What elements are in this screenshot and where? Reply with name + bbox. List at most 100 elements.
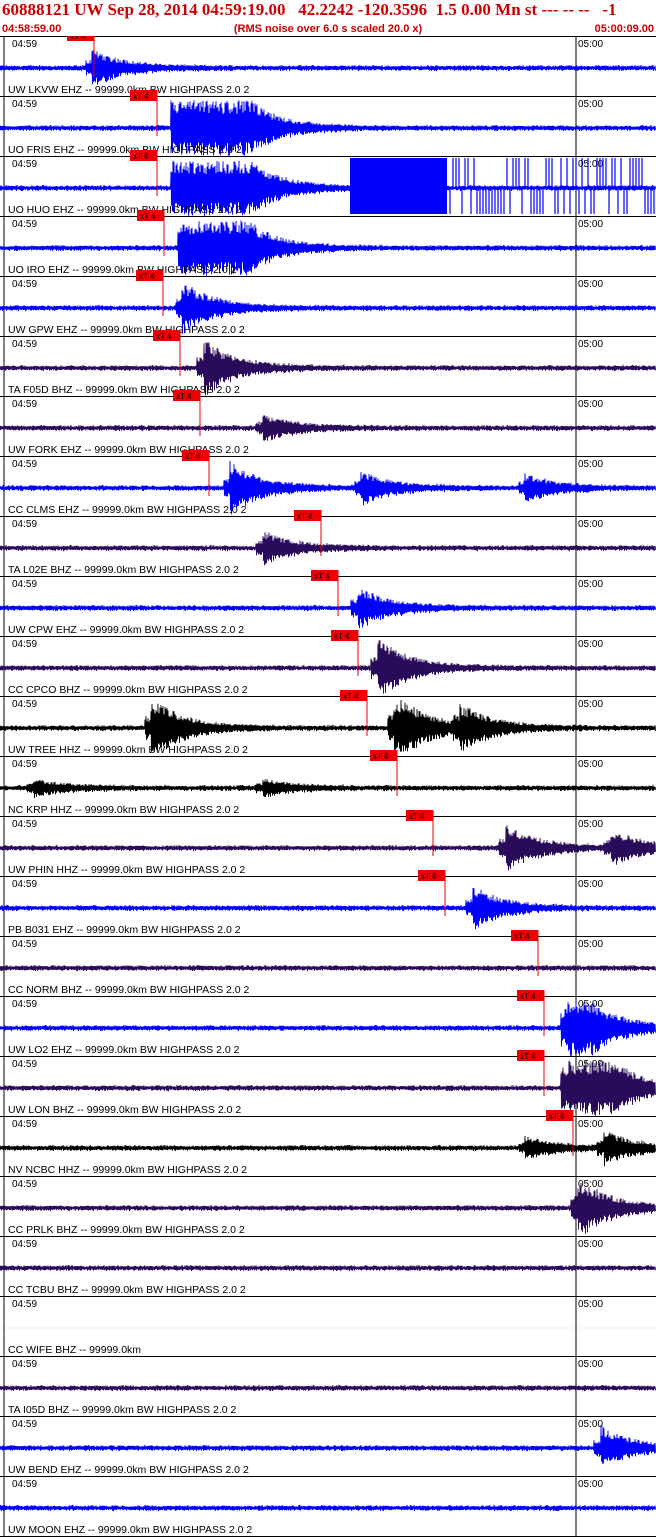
station-label: TA F05D BHZ -- 99999.0km BW HIGHPASS 2.0…: [8, 384, 240, 396]
tick-label: 05:00: [578, 819, 603, 830]
trace-panel-14: 04:59 05:00 PB B031 EHZ -- 99999.0km BW HI…: [0, 870, 656, 936]
tick-label: 05:00: [578, 939, 603, 950]
trace-panel-19: 04:59 05:00 CC PRLK BHZ -- 99999.0km BW HI…: [0, 1176, 656, 1236]
tick-label: 04:59: [12, 879, 37, 890]
pick-label: xT 4: [343, 692, 359, 701]
station-label: UW TREE HHZ -- 99999.0km BW HIGHPASS 2.0…: [8, 744, 248, 756]
trace-panel-11: 04:59 05:00 UW TREE HHZ -- 99999.0km BW HI…: [0, 690, 656, 756]
pick-label: xT 4: [373, 752, 389, 761]
pick-label: xT 4: [133, 152, 149, 161]
tick-label: 05:00: [578, 1119, 603, 1130]
pick-label: xT 4: [139, 272, 155, 281]
end-time: 05:00:09.00: [594, 23, 654, 35]
trace-panel-21: 04:59 05:00 CC WIFE BHZ -- 99999.0km: [0, 1296, 656, 1356]
tick-label: 05:00: [578, 1359, 603, 1370]
tick-label: 04:59: [12, 759, 37, 770]
tick-label: 05:00: [578, 459, 603, 470]
waveform: [0, 1264, 656, 1272]
tick-label: 04:59: [12, 1059, 37, 1070]
trace-panel-10: 04:59 05:00 CC CPCO BHZ -- 99999.0km BW HI…: [0, 630, 656, 696]
trace-panel-7: 04:59 05:00 CC CLMS EHZ -- 99999.0km BW HI…: [0, 450, 656, 516]
waveform: [0, 1384, 656, 1392]
pick-label: xT 4: [520, 992, 536, 1001]
tick-label: 04:59: [12, 459, 37, 470]
trace-panel-17: 04:59 05:00UW LON BHZ -- 99999.0km BW HIG…: [0, 1050, 656, 1116]
tick-label: 04:59: [12, 159, 37, 170]
trace-panel-12: 04:59 05:00 NC KRP HHZ -- 99999.0km BW HIG…: [0, 750, 656, 816]
station-label: UW LKVW EHZ -- 99999.0km BW HIGHPASS 2.0…: [8, 84, 250, 96]
station-label: TA I05D BHZ -- 99999.0km BW HIGHPASS 2.0…: [8, 1404, 237, 1416]
waveform: [0, 532, 656, 566]
station-label: UW LO2 EHZ -- 99999.0km BW HIGHPASS 2.0 …: [8, 1044, 240, 1056]
station-label: UW PHIN HHZ -- 99999.0km BW HIGHPASS 2.0…: [8, 864, 245, 876]
waveform: [0, 589, 656, 629]
pick-label: xT 4: [409, 812, 425, 821]
pick-label: xT 4: [185, 452, 201, 461]
tick-label: 04:59: [12, 999, 37, 1010]
station-label: NC KRP HHZ -- 99999.0km BW HIGHPASS 2.0 …: [8, 804, 239, 816]
station-label: UO HUO EHZ -- 99999.0km BW HIGHPASS 2.0 …: [8, 204, 241, 216]
tick-label: 05:00: [578, 639, 603, 650]
trace-panel-3: 04:59 05:00 UO IRO EHZ -- 99999.0km BW HIG…: [0, 210, 656, 276]
station-label: UW FORK EHZ -- 99999.0km BW HIGHPASS 2.0…: [8, 444, 249, 456]
tick-label: 04:59: [12, 1119, 37, 1130]
trace-panel-8: 04:59 05:00 TA L02E BHZ -- 99999.0km BW HI…: [0, 510, 656, 576]
waveform: [0, 887, 656, 930]
tick-label: 05:00: [578, 699, 603, 710]
trace-panel-13: 04:59 05:00 UW PHIN HHZ -- 99999.0km BW HI…: [0, 810, 656, 876]
station-label: UW CPW EHZ -- 99999.0km BW HIGHPASS 2.0 …: [8, 624, 244, 636]
station-label: CC CLMS EHZ -- 99999.0km BW HIGHPASS 2.0…: [8, 504, 247, 516]
station-label: CC CPCO BHZ -- 99999.0km BW HIGHPASS 2.0…: [8, 684, 248, 696]
tick-label: 05:00: [578, 879, 603, 890]
pick-label: xT 4: [314, 572, 330, 581]
tick-label: 04:59: [12, 519, 37, 530]
pick-label: xT 4: [520, 1052, 536, 1061]
waveform: [0, 415, 656, 441]
tick-label: 05:00: [578, 1239, 603, 1250]
pick-label: xT 4: [514, 932, 530, 941]
trace-panel-20: 04:59 05:00 CC TCBU BHZ -- 99999.0km BW HI…: [0, 1236, 656, 1296]
station-label: NV NCBC HHZ -- 99999.0km BW HIGHPASS 2.0…: [8, 1164, 247, 1176]
tick-label: 04:59: [12, 1239, 37, 1250]
tick-label: 05:00: [578, 39, 603, 50]
tick-label: 04:59: [12, 639, 37, 650]
tick-label: 04:59: [12, 99, 37, 110]
waveform: [0, 50, 656, 85]
waveform: [0, 1425, 656, 1464]
trace-panel-16: 04:59 05:00UW LO2 EHZ -- 99999.0km BW HIG…: [0, 990, 656, 1056]
station-label: UO FRIS EHZ -- 99999.0km BW HIGHPASS 2.0…: [8, 144, 242, 156]
tick-label: 05:00: [578, 519, 603, 530]
station-label: CC PRLK BHZ -- 99999.0km BW HIGHPASS 2.0…: [8, 1224, 245, 1236]
trace-panel-24: 04:59 05:00 UW MOON EHZ -- 99999.0km BW HI…: [0, 1476, 656, 1536]
pick-label: xT 4: [70, 36, 86, 41]
waveform: [0, 964, 656, 972]
trace-panel-6: 04:59 05:00 UW FORK EHZ -- 99999.0km BW HI…: [0, 390, 656, 456]
trace-panel-22: 04:59 05:00 TA I05D BHZ -- 99999.0km BW HI…: [0, 1356, 656, 1416]
pick-label: xT 4: [334, 632, 350, 641]
tick-label: 05:00: [578, 1179, 603, 1190]
pick-label: xT 4: [140, 212, 156, 221]
station-label: UW MOON EHZ -- 99999.0km BW HIGHPASS 2.0…: [8, 1524, 252, 1536]
station-label: UO IRO EHZ -- 99999.0km BW HIGHPASS 2.0 …: [8, 264, 237, 276]
station-label: PB B031 EHZ -- 99999.0km BW HIGHPASS 2.0…: [8, 924, 241, 936]
pick-label: xT 4: [421, 872, 437, 881]
station-label: CC NORM BHZ -- 99999.0km BW HIGHPASS 2.0…: [8, 984, 250, 996]
trace-panel-9: 04:59 05:00 UW CPW EHZ -- 99999.0km BW HIG…: [0, 570, 656, 636]
tick-label: 04:59: [12, 579, 37, 590]
pick-label: xT 4: [176, 392, 192, 401]
tick-label: 05:00: [578, 399, 603, 410]
tick-label: 04:59: [12, 219, 37, 230]
station-label: UW GPW EHZ -- 99999.0km BW HIGHPASS 2.0 …: [8, 324, 245, 336]
tick-label: 04:59: [12, 699, 37, 710]
waveform: [0, 1504, 656, 1512]
trace-panel-15: 04:59 05:00 CC NORM BHZ -- 99999.0km BW HI…: [0, 930, 656, 996]
tick-label: 04:59: [12, 399, 37, 410]
tick-label: 05:00: [578, 1479, 603, 1490]
trace-panel-5: 04:59 05:00 TA F05D BHZ -- 99999.0km BW HI…: [0, 330, 656, 396]
tick-label: 05:00: [578, 1419, 603, 1430]
trace-panel-2: 04:59 05:00UO HUO EHZ -- 99999.0km BW HIG…: [0, 150, 656, 217]
tick-label: 05:00: [578, 339, 603, 350]
tick-label: 05:00: [578, 759, 603, 770]
tick-label: 04:59: [12, 819, 37, 830]
tick-label: 04:59: [12, 39, 37, 50]
